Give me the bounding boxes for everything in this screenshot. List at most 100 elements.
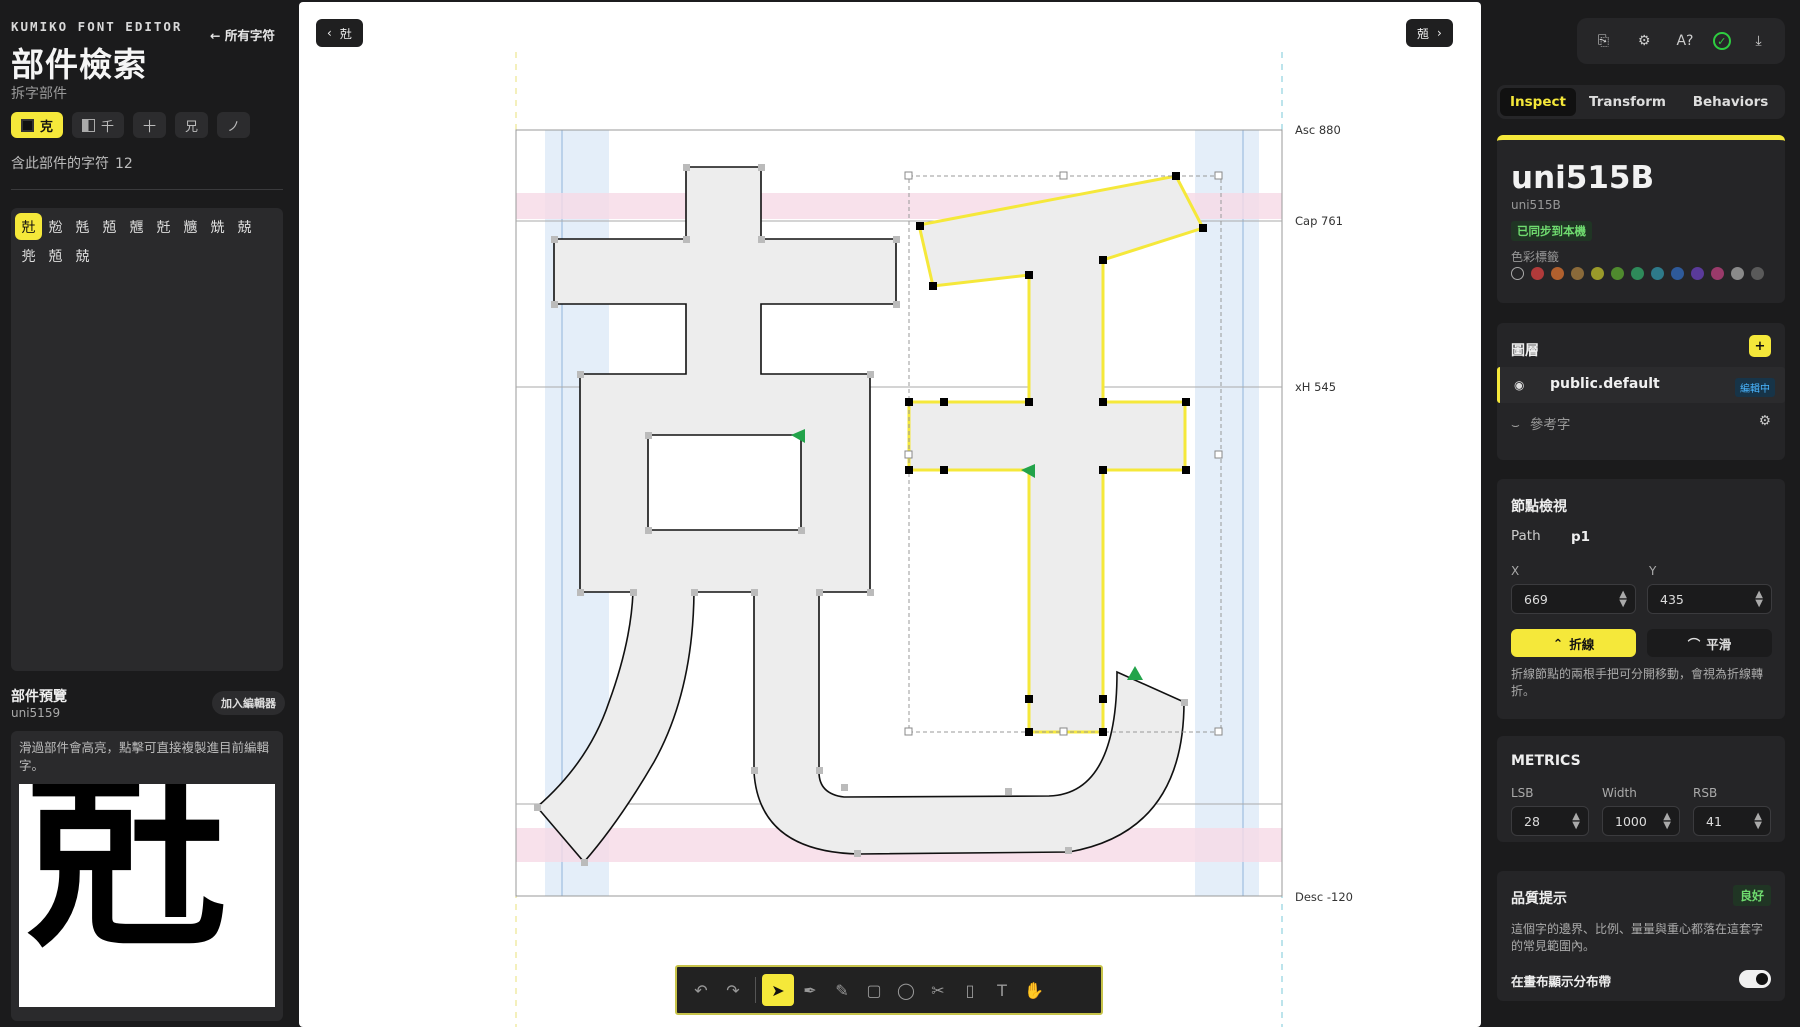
rectangle-icon[interactable]: ▢ [858, 974, 890, 1006]
rsb-label: RSB [1693, 786, 1718, 800]
stepper-icon[interactable]: ▲ ▼ [1754, 812, 1762, 831]
component-chip-3[interactable]: 十 [133, 112, 167, 138]
glyph-name: uni515B [1511, 160, 1655, 196]
scissors-icon[interactable]: ✂ [922, 974, 954, 1006]
y-field[interactable]: 435 ▲ ▼ [1647, 584, 1772, 614]
component-chip-5[interactable]: ノ [217, 112, 251, 138]
character-list-item[interactable]: 兢 [231, 213, 258, 240]
black-square-icon [21, 118, 34, 132]
layer-row-default[interactable]: ◉ public.default 編輯中 [1497, 367, 1785, 403]
all-characters-link[interactable]: ← 所有字符 [210, 25, 275, 44]
corner-node-button[interactable]: ⌃ 折線 [1511, 629, 1636, 657]
color-swatch[interactable] [1671, 267, 1684, 280]
glyph-unicode: uni515B [1511, 198, 1561, 212]
color-swatch[interactable] [1531, 267, 1544, 280]
select-icon[interactable]: ➤ [762, 974, 794, 1006]
character-list-item[interactable]: 兠 [15, 242, 42, 269]
hand-icon[interactable]: ✋ [1018, 974, 1050, 1006]
preview-hint: 滑過部件會高亮，點擊可直接複製進目前編輯字。 [19, 740, 270, 773]
color-swatch[interactable] [1611, 267, 1624, 280]
xheight-label: xH 545 [1295, 380, 1337, 394]
smooth-icon: ⌒ [1687, 636, 1701, 652]
path-label: Path [1511, 528, 1541, 544]
document-search-icon[interactable]: ⎘ [1590, 28, 1616, 54]
color-swatch[interactable] [1591, 267, 1604, 280]
x-label: X [1511, 564, 1520, 578]
lsb-label: LSB [1511, 786, 1534, 800]
color-swatch[interactable] [1651, 267, 1664, 280]
toolbar-divider [755, 977, 756, 1003]
preview-box: 滑過部件會高亮，點擊可直接複製進目前編輯字。 兙 [11, 731, 283, 1021]
x-field[interactable]: 669 ▲ ▼ [1511, 584, 1636, 614]
color-swatch[interactable] [1711, 267, 1724, 280]
eye-icon[interactable]: ◉ [1514, 378, 1524, 392]
pen-icon[interactable]: ✒ [794, 974, 826, 1006]
corner-label: 折線 [1569, 636, 1595, 652]
tab-transform[interactable]: Transform [1576, 88, 1679, 116]
no-color-swatch[interactable] [1511, 267, 1524, 280]
desc-label: Desc -120 [1295, 890, 1353, 904]
color-swatch[interactable] [1631, 267, 1644, 280]
character-list-item[interactable]: 兙 [15, 213, 42, 240]
glyph-canvas[interactable]: ‹ 兙 兡 › Asc 880 Cap 761 xH 545 Desc -120… [299, 2, 1481, 1027]
width-field[interactable]: 1000 ▲ ▼ [1602, 806, 1680, 836]
stepper-icon[interactable]: ▲ ▼ [1755, 590, 1763, 609]
character-list-item[interactable]: 兡 [42, 242, 69, 269]
quality-card: 品質提示 良好 這個字的邊界、比例、量量與重心都落在這套字的常見範圍內。 在畫布… [1497, 871, 1785, 1001]
layers-title: 圖層 [1511, 343, 1539, 359]
color-swatch[interactable] [1571, 267, 1584, 280]
y-value: 435 [1660, 592, 1684, 607]
gear-icon[interactable]: ⚙ [1631, 28, 1657, 54]
metrics-card: METRICS LSB Width RSB 28 ▲ ▼ 1000 ▲ ▼ 41 ▲ ▼ [1497, 736, 1785, 842]
layers-card: 圖層 + ◉ public.default 編輯中 ⌣ 參考字 ⚙ [1497, 323, 1785, 460]
text-icon[interactable]: T [986, 974, 1018, 1006]
download-icon[interactable]: ⤓ [1746, 28, 1772, 54]
drawing-toolbar: ↶ ↷ ➤ ✒ ✎ ▢ ◯ ✂ ▯ T ✋ [675, 965, 1103, 1015]
redo-icon[interactable]: ↷ [717, 974, 749, 1006]
smooth-node-button[interactable]: ⌒ 平滑 [1647, 629, 1772, 657]
half-square-icon [82, 118, 96, 132]
pencil-icon[interactable]: ✎ [826, 974, 858, 1006]
add-to-editor-button[interactable]: 加入編輯器 [212, 691, 285, 715]
color-swatch[interactable] [1691, 267, 1704, 280]
eye-closed-icon[interactable]: ⌣ [1511, 417, 1520, 433]
character-list-item[interactable]: 兢 [69, 242, 96, 269]
color-swatch[interactable] [1751, 267, 1764, 280]
character-list-item[interactable]: 兞 [69, 213, 96, 240]
tab-inspect[interactable]: Inspect [1500, 88, 1576, 116]
undo-icon[interactable]: ↶ [685, 974, 717, 1006]
text-size-icon[interactable]: A? [1672, 28, 1698, 54]
ellipse-icon[interactable]: ◯ [890, 974, 922, 1006]
color-swatch[interactable] [1731, 267, 1744, 280]
stepper-icon[interactable]: ▲ ▼ [1572, 812, 1580, 831]
character-list-item[interactable]: 兣 [123, 213, 150, 240]
component-chip-2[interactable]: 千 [72, 112, 125, 138]
component-chip-1[interactable]: 克 [11, 112, 64, 138]
stepper-icon[interactable]: ▲ ▼ [1619, 590, 1627, 609]
lsb-field[interactable]: 28 ▲ ▼ [1511, 806, 1589, 836]
add-layer-button[interactable]: + [1749, 335, 1771, 357]
chip-label: ノ [227, 119, 241, 135]
tab-behaviors[interactable]: Behaviors [1679, 88, 1782, 116]
character-list-item[interactable]: 兤 [177, 213, 204, 240]
check-circle-icon[interactable]: ✓ [1712, 32, 1731, 50]
character-list-item[interactable]: 兡 [96, 213, 123, 240]
glyph-outline-view[interactable] [299, 2, 1481, 1027]
stepper-icon[interactable]: ▲ ▼ [1663, 812, 1671, 831]
gear-icon[interactable]: ⚙ [1759, 413, 1771, 429]
panel-title: 部件檢索 [11, 45, 147, 84]
count-label: 含此部件的字符 [11, 156, 109, 172]
character-list-item[interactable]: 兝 [42, 213, 69, 240]
character-list-item[interactable]: 兟 [204, 213, 231, 240]
asc-label: Asc 880 [1295, 123, 1341, 137]
distribution-toggle[interactable] [1739, 970, 1771, 988]
rsb-field[interactable]: 41 ▲ ▼ [1693, 806, 1771, 836]
measure-icon[interactable]: ▯ [954, 974, 986, 1006]
color-swatch[interactable] [1551, 267, 1564, 280]
component-search-panel: KUMIKO FONT EDITOR ← 所有字符 部件檢索 拆字部件 克 千 … [0, 0, 299, 1027]
sync-badge: 已同步到本機 [1511, 221, 1592, 241]
character-list-item[interactable]: 兛 [150, 213, 177, 240]
preview-glyph-area[interactable]: 兙 [19, 784, 275, 1007]
component-chip-4[interactable]: 兄 [175, 112, 209, 138]
reference-layer-row[interactable]: ⌣ 參考字 ⚙ [1511, 413, 1771, 433]
